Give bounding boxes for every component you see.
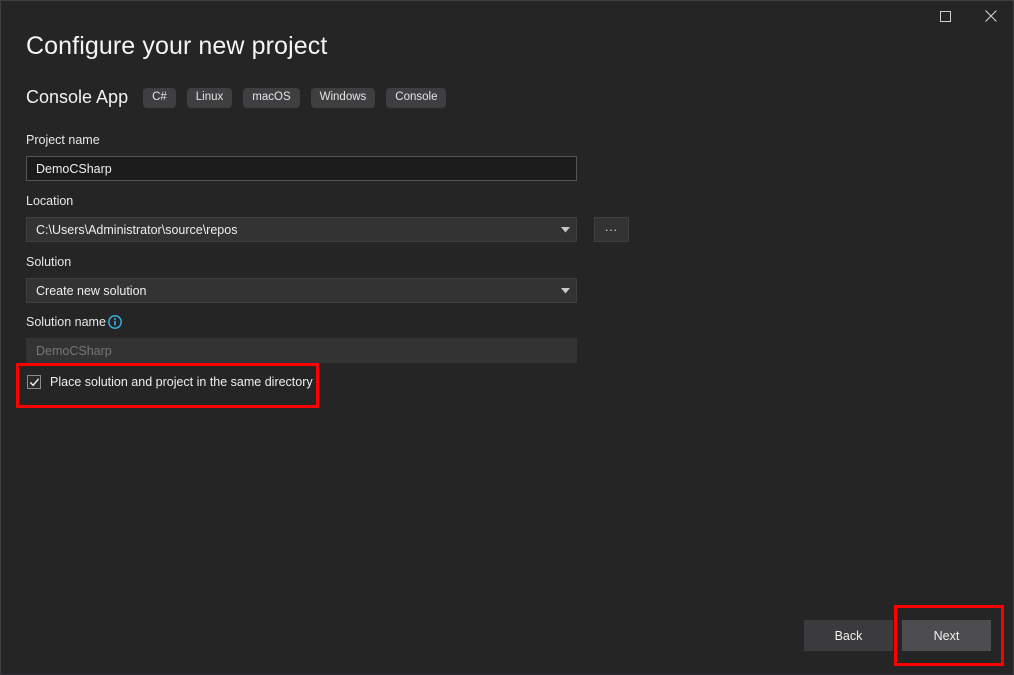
tag-chip-macos: macOS xyxy=(243,87,300,108)
tag-chip-linux: Linux xyxy=(186,87,233,108)
page-title: Configure your new project xyxy=(26,32,328,60)
project-name-label: Project name xyxy=(26,133,100,147)
tag-chip-console: Console xyxy=(386,87,447,108)
solution-label: Solution xyxy=(26,255,72,269)
solution-name-input: DemoCSharp xyxy=(26,338,577,363)
check-icon xyxy=(29,377,39,386)
template-name: Console App xyxy=(26,87,129,107)
tag-chip-language: C# xyxy=(143,87,176,108)
solution-name-value: DemoCSharp xyxy=(36,343,112,358)
solution-name-label: Solution name xyxy=(26,315,106,329)
chevron-down-icon[interactable] xyxy=(554,287,576,294)
location-combobox[interactable]: C:\Users\Administrator\source\repos xyxy=(26,217,577,242)
configure-project-dialog: Configure your new project Console App C… xyxy=(0,0,1014,675)
project-name-input[interactable]: DemoCSharp xyxy=(26,156,577,181)
project-name-value: DemoCSharp xyxy=(36,161,112,176)
info-icon[interactable] xyxy=(108,315,122,329)
tag-chip-windows: Windows xyxy=(310,87,376,108)
close-icon xyxy=(984,10,997,22)
location-value: C:\Users\Administrator\source\repos xyxy=(36,222,238,237)
browse-location-button[interactable]: ... xyxy=(594,217,629,242)
solution-combobox[interactable]: Create new solution xyxy=(26,278,577,303)
title-bar xyxy=(1,1,1013,31)
close-button[interactable] xyxy=(968,1,1013,31)
solution-value: Create new solution xyxy=(36,283,147,298)
maximize-button[interactable] xyxy=(923,1,968,31)
location-label: Location xyxy=(26,194,74,208)
template-summary: Console App C# Linux macOS Windows Conso… xyxy=(26,87,447,108)
same-directory-row[interactable]: Place solution and project in the same d… xyxy=(27,375,313,389)
back-button[interactable]: Back xyxy=(804,620,893,651)
next-button[interactable]: Next xyxy=(902,620,991,651)
chevron-down-icon[interactable] xyxy=(554,226,576,233)
maximize-icon xyxy=(940,10,951,22)
same-directory-label: Place solution and project in the same d… xyxy=(50,375,313,389)
same-directory-checkbox[interactable] xyxy=(27,375,41,389)
